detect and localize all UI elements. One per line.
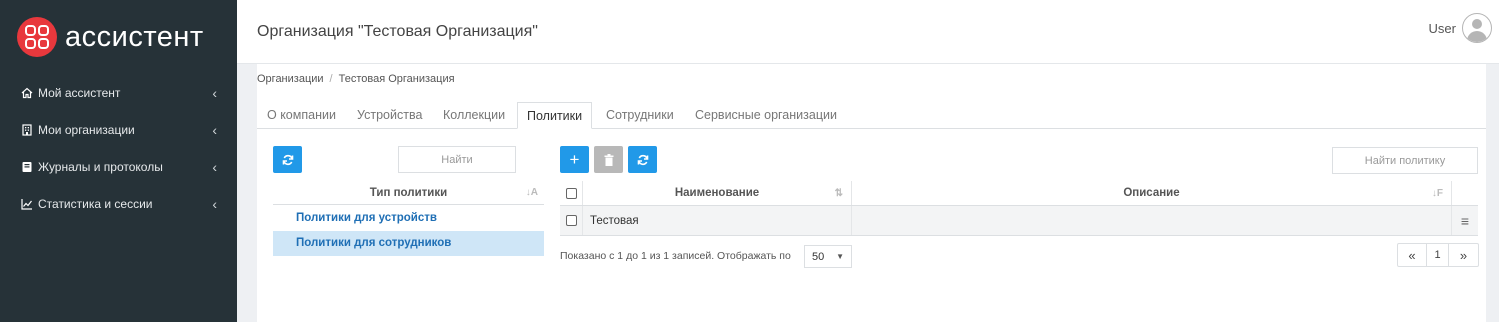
- table-header-row: Наименование ⇅ Описание ↓F: [560, 181, 1478, 206]
- plus-icon: +: [569, 149, 580, 169]
- tabs-bar: О компании Устройства Коллекции Политики…: [257, 102, 1486, 129]
- refresh-policies-button[interactable]: [628, 146, 657, 173]
- tab-devices[interactable]: Устройства: [357, 102, 422, 129]
- sort-icon: ↓A: [525, 187, 538, 198]
- column-header-label: Наименование: [674, 187, 760, 199]
- refresh-icon: [282, 154, 293, 165]
- sidebar-item-label: Журналы и протоколы: [38, 159, 163, 174]
- logo-text: ассистент: [65, 20, 204, 53]
- column-header-label: Описание: [1123, 187, 1180, 199]
- caret-down-icon: ▼: [836, 252, 844, 261]
- add-policy-button[interactable]: +: [560, 146, 589, 173]
- hamburger-icon: ≡: [1460, 212, 1470, 229]
- trash-icon: [604, 153, 613, 166]
- policies-table: Наименование ⇅ Описание ↓F Тестовая ≡: [560, 181, 1478, 236]
- policy-search-input[interactable]: [1332, 147, 1478, 174]
- column-header-name[interactable]: Наименование ⇅: [583, 181, 852, 205]
- main-content: Организации / Тестовая Организация О компа…: [257, 64, 1486, 322]
- chevron-left-icon: ‹: [212, 121, 217, 138]
- chevron-left-icon: ‹: [212, 84, 217, 101]
- tab-service-organizations[interactable]: Сервисные организации: [695, 102, 837, 129]
- chevron-left-icon: ‹: [212, 158, 217, 175]
- policy-type-row-employees[interactable]: Политики для сотрудников: [273, 231, 544, 256]
- logo-icon: [17, 17, 57, 57]
- sidebar-item-my-organizations[interactable]: Мои организации ‹: [0, 111, 237, 148]
- page-number-button[interactable]: 1: [1427, 243, 1449, 267]
- next-page-button[interactable]: »: [1449, 243, 1479, 267]
- page-title: Организация "Тестовая Организация": [257, 22, 538, 40]
- sidebar: ассистент Мой ассистент ‹ Мои организаци…: [0, 0, 237, 322]
- user-name[interactable]: User: [1429, 21, 1456, 36]
- sort-icon: ↓F: [1431, 187, 1443, 199]
- row-menu-button[interactable]: ≡: [1452, 206, 1478, 235]
- page-size-value: 50: [812, 250, 825, 263]
- header-checkbox-cell: [560, 181, 583, 205]
- select-all-checkbox[interactable]: [565, 187, 577, 199]
- sidebar-item-statistics[interactable]: Статистика и сессии ‹: [0, 185, 237, 222]
- chevron-left-icon: ‹: [212, 195, 217, 212]
- building-icon: [20, 123, 34, 136]
- breadcrumb-current: Тестовая Организация: [338, 73, 455, 85]
- breadcrumb: Организации / Тестовая Организация: [257, 73, 455, 85]
- tab-about[interactable]: О компании: [267, 102, 336, 129]
- row-checkbox[interactable]: [565, 215, 577, 226]
- sidebar-item-label: Статистика и сессии: [38, 196, 153, 211]
- pagination: « 1 »: [1397, 243, 1479, 267]
- records-info: Показано с 1 до 1 из 1 записей. Отобража…: [560, 250, 791, 262]
- policy-type-column-header[interactable]: Тип политики ↓A: [273, 181, 544, 205]
- header-actions-cell: [1452, 181, 1478, 205]
- sidebar-item-my-assistant[interactable]: Мой ассистент ‹: [0, 74, 237, 111]
- column-header-label: Тип политики: [369, 186, 448, 199]
- tab-policies[interactable]: Политики: [517, 102, 593, 129]
- home-icon: [20, 87, 34, 99]
- column-header-description[interactable]: Описание ↓F: [852, 181, 1452, 205]
- sidebar-item-label: Мои организации: [38, 122, 135, 137]
- logo[interactable]: ассистент: [0, 0, 237, 74]
- refresh-icon: [637, 154, 648, 165]
- sort-icon: ⇅: [834, 187, 843, 199]
- top-header: Организация "Тестовая Организация" User: [237, 0, 1499, 64]
- tab-employees[interactable]: Сотрудники: [606, 102, 674, 129]
- chart-icon: [20, 198, 34, 210]
- tab-collections[interactable]: Коллекции: [443, 102, 505, 129]
- policy-type-search-input[interactable]: [398, 146, 516, 173]
- refresh-types-button[interactable]: [273, 146, 302, 173]
- sidebar-item-label: Мой ассистент: [38, 85, 121, 100]
- user-menu[interactable]: User: [1429, 13, 1492, 43]
- breadcrumb-root-link[interactable]: Организации: [257, 73, 324, 85]
- policy-name-cell[interactable]: Тестовая: [583, 206, 852, 235]
- breadcrumb-separator: /: [329, 73, 333, 85]
- page-size-select[interactable]: 50 ▼: [804, 245, 852, 268]
- policy-description-cell: [852, 206, 1452, 235]
- sidebar-item-journals[interactable]: Журналы и протоколы ‹: [0, 148, 237, 185]
- book-icon: [20, 161, 34, 173]
- prev-page-button[interactable]: «: [1397, 243, 1427, 267]
- table-row[interactable]: Тестовая ≡: [560, 206, 1478, 236]
- row-checkbox-cell: [560, 206, 583, 235]
- policy-type-row-devices[interactable]: Политики для устройств: [273, 206, 544, 231]
- avatar[interactable]: [1462, 13, 1492, 43]
- delete-policy-button[interactable]: [594, 146, 623, 173]
